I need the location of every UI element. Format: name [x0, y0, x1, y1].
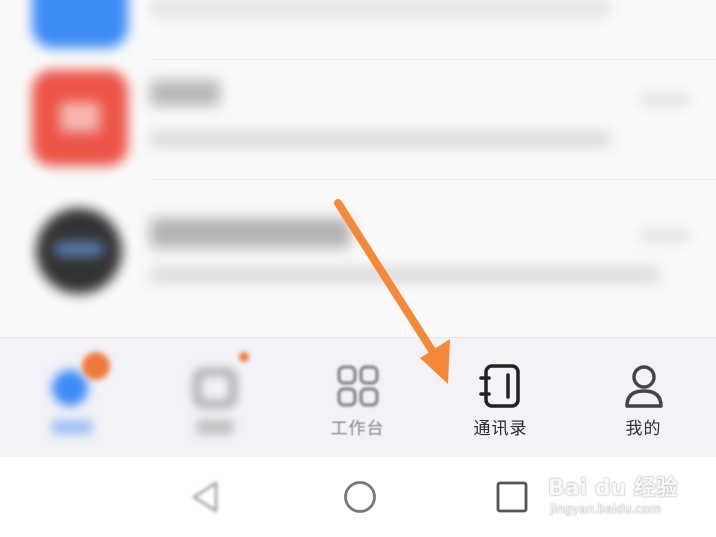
blurred-text — [640, 228, 690, 242]
blurred-text — [197, 420, 233, 434]
home-circle-icon[interactable] — [342, 479, 378, 515]
chat-avatar — [32, 70, 128, 166]
tab-contacts[interactable]: 通讯录 — [429, 338, 572, 458]
tab-messages[interactable] — [0, 338, 143, 458]
baidu-watermark: Bai du 经验 jingyan.baidu.com — [548, 470, 708, 525]
tab-me[interactable]: 我的 — [572, 338, 715, 458]
contacts-book-icon — [475, 360, 527, 412]
back-triangle-icon[interactable] — [188, 479, 224, 515]
blurred-text — [640, 92, 690, 106]
divider — [150, 179, 716, 180]
tab-workbench[interactable]: 工作台 — [286, 338, 429, 458]
blurred-text — [150, 218, 350, 248]
tab-label: 工作台 — [330, 419, 385, 439]
blurred-text — [150, 130, 610, 148]
blurred-text — [150, 80, 220, 106]
recents-square-icon[interactable] — [494, 479, 530, 515]
watermark-brand: Bai du 经验 — [548, 476, 678, 501]
tab-label: 我的 — [625, 419, 662, 439]
workbench-grid-icon — [332, 360, 384, 412]
tab-calendar[interactable] — [143, 338, 286, 458]
blurred-text — [150, 0, 610, 16]
bottom-tab-bar: 工作台 通讯录 我的 — [0, 337, 716, 458]
chat-list — [0, 0, 716, 337]
watermark-url: jingyan.baidu.com — [550, 502, 661, 516]
profile-icon — [618, 360, 670, 412]
calendar-icon — [189, 360, 241, 412]
chat-avatar — [32, 0, 128, 48]
unread-badge — [82, 352, 110, 380]
notification-dot — [239, 352, 249, 362]
tab-label: 通讯录 — [473, 419, 528, 439]
blurred-text — [150, 266, 660, 284]
chat-item[interactable] — [0, 60, 716, 180]
blurred-text — [52, 420, 92, 434]
chat-avatar — [36, 208, 122, 294]
chat-item[interactable] — [0, 196, 716, 316]
